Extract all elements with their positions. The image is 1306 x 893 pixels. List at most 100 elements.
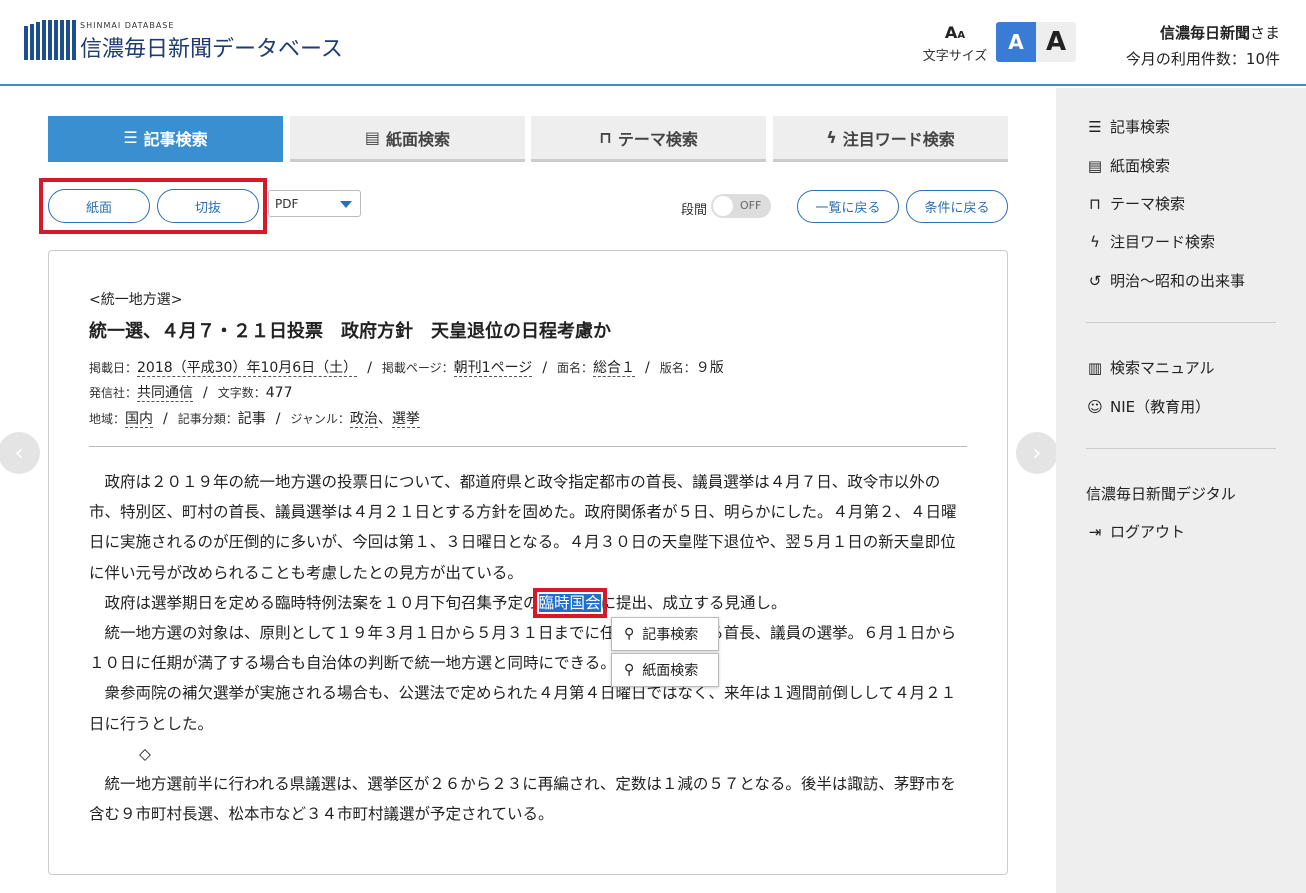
article-body: 政府は２０１９年の統一地方選の投票日について、都道府県と政令指定都市の首長、議員… <box>89 467 969 829</box>
paragraph: 統一地方選の対象は、原則として１９年３月１日から５月３１日までに任期満了を迎える… <box>89 624 957 673</box>
paper-button[interactable]: 紙面 <box>48 189 150 223</box>
selected-text[interactable]: 臨時国会 <box>532 587 607 618</box>
genre-separator: 、 <box>377 411 392 427</box>
bolt-icon: ϟ <box>1090 232 1100 251</box>
column-gap-toggle[interactable]: OFF <box>711 194 771 218</box>
nie-icon: ☺ <box>1087 397 1103 416</box>
text-span: 政府は選挙期日を定める臨時特例法案を１０月下旬召集予定の <box>104 593 539 612</box>
history-icon: ↺ <box>1088 271 1102 290</box>
face-link[interactable]: 総合１ <box>593 360 636 377</box>
meta-separator: / <box>163 411 168 427</box>
user-suffix: さま <box>1249 24 1280 42</box>
paragraph: 政府は選挙期日を定める臨時特例法案を１０月下旬召集予定の臨時国会に提出、成立する… <box>89 587 969 618</box>
prev-article-button[interactable]: ‹ <box>0 432 40 474</box>
font-size-control: AA 文字サイズ <box>918 23 992 65</box>
tab-label: 記事検索 <box>143 129 208 149</box>
sidebar-item-label: 信濃毎日新聞デジタル <box>1086 485 1236 503</box>
tab-paper-search[interactable]: ▤ 紙面検索 <box>290 116 525 162</box>
bolt-icon: ϟ <box>826 128 837 147</box>
tab-theme-search[interactable]: ⊓ テーマ検索 <box>531 116 766 162</box>
article-panel: <統一地方選> 統一選、４月７・２１日投票 政府方針 天皇退位の日程考慮か 掲載… <box>48 250 1008 875</box>
sidebar-item-label: 明治～昭和の出来事 <box>1110 272 1246 290</box>
article-meta-row-3: 地域：国内 / 記事分類：記事 / ジャンル：政治、選挙 <box>89 408 420 428</box>
sidebar-item-label: 検索マニュアル <box>1110 359 1215 377</box>
sidebar-item-theme-search[interactable]: ⊓ テーマ検索 <box>1086 193 1185 214</box>
meta-key: 面名： <box>557 361 594 375</box>
back-to-list-button[interactable]: 一覧に戻る <box>797 190 899 223</box>
paragraph: 衆参両院の補欠選挙が実施される場合も、公選法で定められた４月第４日曜日ではなく、… <box>89 684 957 733</box>
format-select[interactable]: PDF <box>268 190 361 217</box>
format-select-value: PDF <box>275 197 299 211</box>
toggle-state: OFF <box>740 199 762 212</box>
genre-link-politics[interactable]: 政治 <box>349 411 378 428</box>
date-link[interactable]: 2018（平成30）年10月6日（土） <box>137 360 358 377</box>
popup-label: 記事検索 <box>642 627 699 643</box>
sidebar-item-trending-search[interactable]: ϟ 注目ワード検索 <box>1086 231 1215 252</box>
sidebar-item-history[interactable]: ↺ 明治～昭和の出来事 <box>1086 270 1245 291</box>
sidebar-item-digital[interactable]: 信濃毎日新聞デジタル <box>1086 483 1236 504</box>
site-logo[interactable]: SHINMAI DATABASE 信濃毎日新聞データベース <box>24 20 343 62</box>
list-icon: ☰ <box>123 128 138 147</box>
meta-separator: / <box>542 360 548 376</box>
divider <box>89 446 967 447</box>
sidebar-item-label: NIE（教育用） <box>1110 398 1211 416</box>
font-size-icon: AA <box>944 23 966 42</box>
tab-label: 紙面検索 <box>386 129 451 149</box>
newspaper-icon: ▤ <box>364 128 381 147</box>
tab-label: テーマ検索 <box>617 129 698 149</box>
bookmark-icon: ⊓ <box>1089 194 1101 213</box>
article-meta-row-1: 掲載日：2018（平成30）年10月6日（土） / 掲載ページ：朝刊1ページ / 面名：… <box>89 357 724 377</box>
meta-key: 掲載日： <box>89 361 138 375</box>
edition-value: ９版 <box>695 360 724 376</box>
meta-separator: / <box>203 385 208 401</box>
chevron-right-icon: › <box>1032 440 1042 466</box>
column-gap-label: 段間 <box>681 203 708 218</box>
sidebar-item-paper-search[interactable]: ▤ 紙面検索 <box>1086 155 1170 176</box>
font-size-label: 文字サイズ <box>922 49 988 64</box>
font-size-large-button[interactable]: A <box>1036 22 1076 62</box>
genre-link-election[interactable]: 選挙 <box>391 411 420 428</box>
source-link[interactable]: 共同通信 <box>137 385 194 402</box>
meta-key: 地域： <box>89 412 126 426</box>
chevron-left-icon: ‹ <box>14 440 24 466</box>
category-value: 記事 <box>237 411 266 427</box>
sidebar-item-label: テーマ検索 <box>1110 195 1186 213</box>
meta-key: 版名： <box>659 361 696 375</box>
region-link[interactable]: 国内 <box>125 411 154 428</box>
char-count: 477 <box>265 385 293 401</box>
logo-subtitle: SHINMAI DATABASE <box>80 21 175 30</box>
article-meta-row-2: 発信社：共同通信 / 文字数：477 <box>89 382 292 402</box>
tab-trending-search[interactable]: ϟ 注目ワード検索 <box>773 116 1008 162</box>
list-icon: ☰ <box>1088 117 1102 136</box>
logo-bars-icon <box>24 20 76 60</box>
clip-button[interactable]: 切抜 <box>157 189 259 223</box>
meta-separator: / <box>645 360 650 376</box>
logo-title: 信濃毎日新聞データベース <box>80 37 343 62</box>
popup-paper-search[interactable]: ⚲ 紙面検索 <box>611 653 719 687</box>
sidebar-item-label: 記事検索 <box>1110 118 1171 136</box>
book-icon: ▥ <box>1087 358 1103 377</box>
popup-article-search[interactable]: ⚲ 記事検索 <box>611 617 719 651</box>
header: SHINMAI DATABASE 信濃毎日新聞データベース AA 文字サイズ A… <box>0 0 1306 86</box>
meta-key: 掲載ページ： <box>381 361 454 375</box>
page-link[interactable]: 朝刊1ページ <box>453 360 533 377</box>
font-size-small-button[interactable]: A <box>996 22 1036 62</box>
sidebar-item-article-search[interactable]: ☰ 記事検索 <box>1086 116 1170 137</box>
meta-key: 記事分類： <box>177 412 238 426</box>
user-name: 信濃毎日新聞 <box>1159 24 1250 42</box>
section-separator: ◇ <box>139 744 151 763</box>
next-article-button[interactable]: › <box>1016 432 1058 474</box>
article-headline: 統一選、４月７・２１日投票 政府方針 天皇退位の日程考慮か <box>89 321 611 342</box>
user-info: 信濃毎日新聞さま 今月の利用件数：10件 <box>1126 20 1280 72</box>
sidebar-item-label: 紙面検索 <box>1110 157 1171 175</box>
chevron-down-icon <box>340 201 352 208</box>
sidebar-item-label: ログアウト <box>1110 523 1186 541</box>
bookmark-icon: ⊓ <box>599 128 612 147</box>
sidebar-item-logout[interactable]: ⇥ ログアウト <box>1086 521 1185 542</box>
back-to-conditions-button[interactable]: 条件に戻る <box>906 190 1008 223</box>
tab-article-search[interactable]: ☰ 記事検索 <box>48 116 283 162</box>
sidebar-item-nie[interactable]: ☺ NIE（教育用） <box>1086 396 1210 417</box>
sidebar-item-manual[interactable]: ▥ 検索マニュアル <box>1086 357 1215 378</box>
search-icon: ⚲ <box>624 662 635 678</box>
article-kicker: <統一地方選> <box>89 292 183 308</box>
